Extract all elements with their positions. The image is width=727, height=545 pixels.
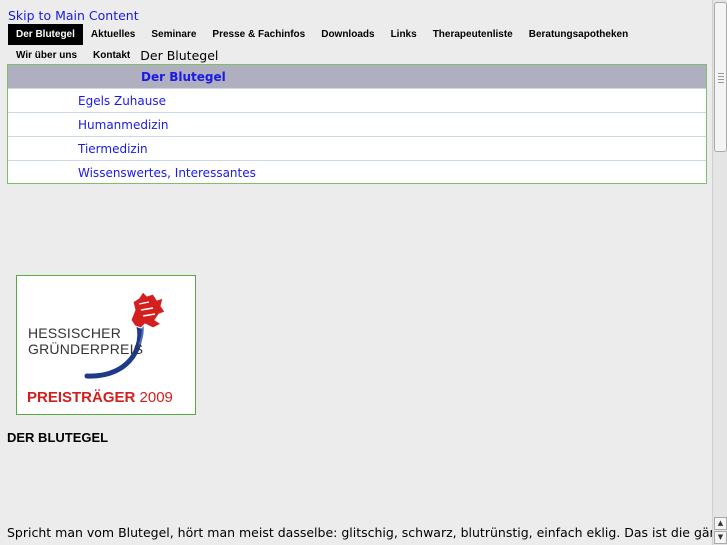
badge-line-hessischer: HESSISCHER [28,325,122,341]
breadcrumb-current: Der Blutegel [140,47,219,63]
badge-award-text: PREISTRÄGER 2009 [27,389,173,406]
nav-item-therapeutenliste[interactable]: Therapeutenliste [425,24,521,45]
gruenderpreis-award-badge: HESSISCHER GRÜNDERPREIS PREISTRÄGER 2009 [16,275,196,415]
subnav-item-humanmedizin[interactable]: Humanmedizin [8,113,706,137]
sub-navigation: Der Blutegel Egels Zuhause Humanmedizin … [7,64,707,184]
main-nav-row-2: Wir über uns Kontakt Der Blutegel [8,45,218,65]
vertical-scrollbar[interactable]: ▲ ▼ [712,0,727,545]
scroll-down-arrow-icon[interactable]: ▼ [714,531,727,544]
main-nav-row-1: Der Blutegel Aktuelles Seminare Presse &… [8,24,636,45]
scrollbar-thumb[interactable] [714,2,727,152]
scroll-grip-icon [718,73,724,83]
subnav-header[interactable]: Der Blutegel [8,65,706,89]
intro-paragraph: Spricht man vom Blutegel, hört man meist… [7,525,727,540]
scroll-up-arrow-icon[interactable]: ▲ [714,517,727,530]
nav-item-downloads[interactable]: Downloads [313,24,382,45]
nav-item-beratungsapotheken[interactable]: Beratungsapotheken [521,24,636,45]
subnav-item-wissenswertes[interactable]: Wissenswertes, Interessantes [8,161,706,184]
skip-to-main-content-link[interactable]: Skip to Main Content [8,8,139,23]
nav-item-der-blutegel[interactable]: Der Blutegel [8,24,83,45]
subnav-item-egels-zuhause[interactable]: Egels Zuhause [8,89,706,113]
nav-item-seminare[interactable]: Seminare [143,24,204,45]
page-title: DER BLUTEGEL [7,430,109,445]
nav-item-links[interactable]: Links [383,24,425,45]
badge-award-word: PREISTRÄGER [27,389,136,406]
hessian-lion-icon [130,291,166,329]
subnav-item-tiermedizin[interactable]: Tiermedizin [8,137,706,161]
nav-item-kontakt[interactable]: Kontakt [85,45,138,65]
nav-item-wir-ueber-uns[interactable]: Wir über uns [8,45,85,65]
badge-line-gruenderpreis: GRÜNDERPREIS [28,341,144,357]
badge-award-year: 2009 [139,389,173,406]
nav-item-presse-fachinfos[interactable]: Presse & Fachinfos [204,24,313,45]
nav-item-aktuelles[interactable]: Aktuelles [83,24,143,45]
